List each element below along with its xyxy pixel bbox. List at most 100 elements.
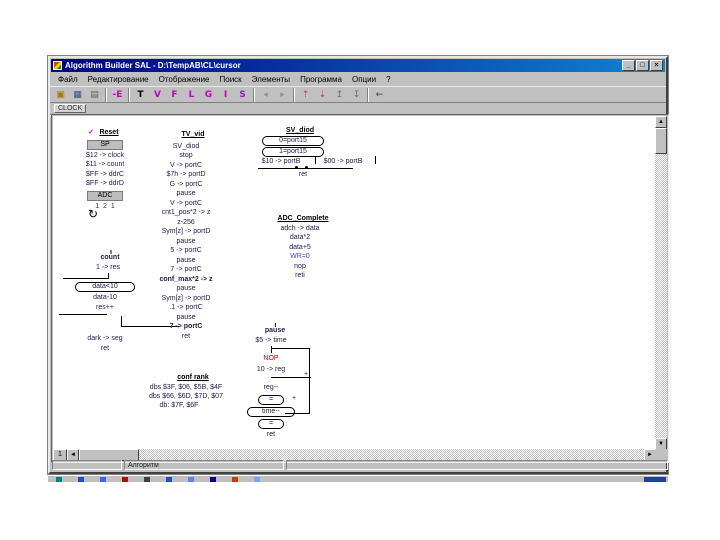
flow-text[interactable]: $10 -> portB — [262, 158, 301, 166]
flow-text[interactable]: pause — [176, 257, 195, 265]
flow-text[interactable]: $00 -> portB — [324, 158, 363, 166]
undo-icon[interactable]: ← — [371, 87, 388, 102]
vertical-scrollbar[interactable]: ▲ ▼ — [655, 116, 667, 450]
menu-item-6[interactable]: Опции — [347, 74, 381, 85]
flow-text[interactable]: ret — [101, 345, 109, 353]
flow-text[interactable]: pause — [176, 285, 195, 293]
taskbar-icon[interactable] — [144, 477, 150, 482]
flow-text[interactable]: ret — [267, 431, 275, 439]
insert-text-icon[interactable]: T — [132, 87, 149, 102]
step-down-icon[interactable]: ↧ — [348, 87, 365, 102]
flow-oval[interactable]: 0=port15 — [262, 136, 324, 146]
flow-oval[interactable]: data<10 — [75, 282, 135, 292]
flow-text[interactable]: 7 -> portC — [170, 266, 201, 274]
flow-text[interactable]: $5 -> time — [255, 337, 286, 345]
flow-text[interactable]: cnt1_pos*2 -> z — [162, 209, 211, 217]
flow-text[interactable]: stop — [179, 152, 192, 160]
menu-item-1[interactable]: Редактирование — [83, 74, 154, 85]
menu-item-3[interactable]: Поиск — [215, 74, 247, 85]
nav-next-icon[interactable]: ▸ — [274, 87, 291, 102]
flow-text[interactable]: dbs $66, $6D, $7D, $07 — [149, 393, 223, 401]
titlebar[interactable]: Algorithm Builder SAL - D:\TempAB\CL\cur… — [51, 59, 665, 72]
flow-check[interactable]: ✓ — [88, 129, 94, 137]
flow-text[interactable]: .1 -> portC — [169, 304, 202, 312]
flow-text[interactable]: + — [304, 371, 308, 379]
flow-text[interactable]: pause — [176, 190, 195, 198]
menu-item-7[interactable]: ? — [381, 74, 395, 85]
taskbar[interactable] — [48, 475, 668, 482]
flow-oval[interactable]: = — [258, 419, 284, 429]
insert-label-icon[interactable]: L — [183, 87, 200, 102]
flow-text[interactable]: SV_diod — [173, 143, 199, 151]
flow-text[interactable]: + — [292, 395, 296, 403]
flow-title[interactable]: TV_vid — [182, 131, 205, 139]
flow-text[interactable]: ret — [182, 333, 190, 341]
flow-text[interactable]: $FF -> ddrD — [86, 180, 124, 188]
flow-text[interactable]: Sym[z] -> portD — [162, 295, 211, 303]
flow-text[interactable]: WR=0 — [290, 253, 310, 261]
flow-boxsel[interactable]: SP — [87, 140, 123, 150]
taskbar-icon[interactable] — [122, 477, 128, 482]
flow-text[interactable]: reti — [295, 272, 305, 280]
vertical-scroll-thumb[interactable] — [655, 128, 667, 154]
algorithm-canvas[interactable]: ✓ Reset SP $12 -> clock $11 -> count $FF -> d… — [53, 116, 656, 450]
flow-title[interactable]: ADC_Complete — [278, 215, 329, 223]
insert-vertex-icon[interactable]: V — [149, 87, 166, 102]
flow-text[interactable]: pause — [176, 314, 195, 322]
flow-text[interactable]: conf_max*2 -> z — [159, 276, 212, 284]
jump-up-icon[interactable]: ⇡ — [297, 87, 314, 102]
flow-text[interactable]: reg-- — [264, 384, 279, 392]
flow-text[interactable]: ↻ — [88, 208, 98, 220]
flow-text[interactable]: 7 -> portC — [170, 323, 203, 331]
taskbar-icon[interactable] — [210, 477, 216, 482]
maximize-button[interactable]: □ — [636, 60, 649, 71]
flow-text[interactable]: res++ — [96, 304, 114, 312]
flow-text[interactable]: ret — [299, 171, 307, 179]
flow-title[interactable]: Reset — [99, 129, 118, 137]
flow-title[interactable]: conf rank — [177, 374, 209, 382]
step-up-icon[interactable]: ↥ — [331, 87, 348, 102]
flow-text[interactable]: $11 -> count — [86, 161, 125, 169]
flow-text[interactable]: nop — [294, 263, 306, 271]
flow-label[interactable]: count — [100, 250, 120, 262]
print-icon[interactable]: ▤ — [86, 87, 103, 102]
flow-text[interactable]: z-256 — [177, 219, 195, 227]
jump-down-icon[interactable]: ⇣ — [314, 87, 331, 102]
flow-label[interactable]: pause — [265, 323, 285, 335]
scroll-up-icon[interactable]: ▲ — [655, 116, 667, 128]
menu-item-5[interactable]: Программа — [295, 74, 347, 85]
flow-oval[interactable]: = — [258, 395, 284, 405]
insert-setter-icon[interactable]: S — [234, 87, 251, 102]
flow-text[interactable]: $12 -> clock — [86, 152, 124, 160]
flow-boxsel[interactable]: ADC — [87, 191, 123, 201]
open-icon[interactable]: ▣ — [52, 87, 69, 102]
flow-title[interactable]: SV_diod — [286, 127, 314, 135]
flow-text[interactable]: V -> portC — [170, 162, 202, 170]
flow-text[interactable]: adch -> data — [280, 225, 319, 233]
taskbar-icon[interactable] — [232, 477, 238, 482]
flow-text[interactable]: data+5 — [289, 244, 311, 252]
taskbar-icon[interactable] — [254, 477, 260, 482]
taskbar-icon[interactable] — [100, 477, 106, 482]
tab-clock[interactable]: CLOCK — [54, 104, 87, 113]
flow-text[interactable]: 5 -> portC — [170, 247, 201, 255]
flow-text[interactable]: db: $7F, $6F — [160, 402, 199, 410]
nav-prev-icon[interactable]: ◂ — [257, 87, 274, 102]
taskbar-icon[interactable] — [166, 477, 172, 482]
flow-text[interactable]: dbs $3F, $06, $5B, $4F — [150, 384, 222, 392]
taskbar-icon[interactable] — [188, 477, 194, 482]
flow-text[interactable]: 10 -> reg — [257, 366, 285, 374]
menu-item-2[interactable]: Отображение — [154, 74, 215, 85]
flow-text[interactable]: data-10 — [93, 294, 117, 302]
flow-text[interactable]: dark -> seg — [87, 335, 122, 343]
flow-text[interactable]: $7h -> portD — [166, 171, 205, 179]
flow-oval[interactable]: time-- — [247, 407, 295, 417]
menu-item-4[interactable]: Элементы — [247, 74, 295, 85]
flow-text[interactable]: G -> portC — [170, 181, 203, 189]
insert-field-icon[interactable]: F — [166, 87, 183, 102]
save-icon[interactable]: ▦ — [69, 87, 86, 102]
taskbar-icon[interactable] — [56, 477, 62, 482]
insert-condition-icon[interactable]: G — [200, 87, 217, 102]
flow-text[interactable]: $FF -> ddrC — [86, 171, 124, 179]
flow-text[interactable]: pause — [176, 238, 195, 246]
